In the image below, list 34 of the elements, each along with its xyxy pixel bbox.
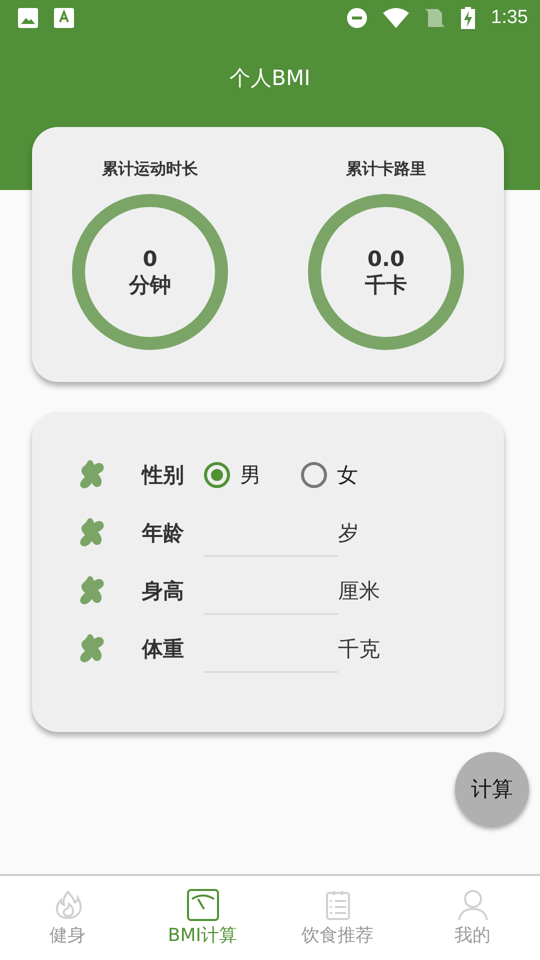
unit-label: 岁 <box>338 520 359 546</box>
calculate-button[interactable]: 计算 <box>455 752 529 826</box>
stat-value: 0.0 <box>367 246 405 272</box>
nav-tab[interactable]: 健身 <box>12 889 122 947</box>
unit-label: 厘米 <box>338 578 380 604</box>
stat-unit: 千卡 <box>365 272 407 298</box>
stat-value: 0 <box>142 246 158 272</box>
stat-label: 累计卡路里 <box>346 159 426 180</box>
nav-tab[interactable]: BMI计算 <box>148 889 258 947</box>
page-title: 个人BMI <box>230 65 310 92</box>
radio-option[interactable]: 男 <box>204 460 261 488</box>
field-label: 体重 <box>142 636 185 662</box>
nav-tab[interactable]: 饮食推荐 <box>282 889 392 947</box>
unit-label: 千克 <box>338 636 380 662</box>
radio-option[interactable]: 女 <box>301 460 358 488</box>
person-icon <box>456 889 488 921</box>
clock-time: 1:35 <box>491 7 528 29</box>
stat-unit: 分钟 <box>129 272 171 298</box>
nav-tab[interactable]: 我的 <box>418 889 528 947</box>
radio-label: 女 <box>337 462 358 488</box>
stat-label: 累计运动时长 <box>102 159 198 180</box>
field-label: 年龄 <box>142 520 185 546</box>
gauge-icon <box>186 889 218 921</box>
field-label: 性别 <box>142 462 185 488</box>
radio-button[interactable] <box>301 462 327 488</box>
radio-label: 男 <box>240 462 261 488</box>
image-icon <box>18 8 38 28</box>
text-icon <box>54 8 74 28</box>
no-sim-icon <box>425 8 446 28</box>
do-not-disturb-icon <box>347 8 368 28</box>
field-label: 身高 <box>142 578 185 604</box>
radio-button[interactable] <box>204 462 230 488</box>
wifi-icon <box>383 8 410 28</box>
battery-charging-icon <box>461 7 476 29</box>
